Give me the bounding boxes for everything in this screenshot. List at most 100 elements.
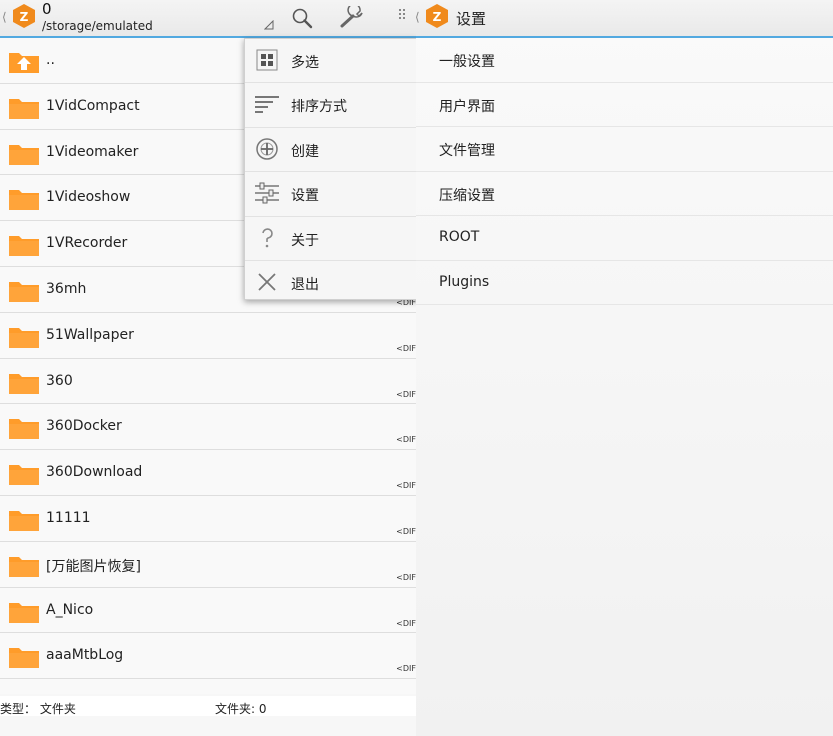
file-name: 11111 [46,509,91,526]
folder-icon [9,419,39,440]
expand-corner-icon[interactable] [264,20,274,30]
current-path[interactable]: /storage/emulated [42,19,153,33]
app-logo-icon: Z [13,4,35,28]
menu-item-label: 关于 [291,232,319,249]
multi-select-icon [256,49,278,71]
folder-icon [9,510,39,531]
settings-item-label: 一般设置 [439,54,495,70]
chevron-left-icon[interactable]: ⟨ [2,10,7,24]
file-name: 1Videoshow [46,189,131,206]
file-type-label: <DIF [396,618,416,628]
settings-item-file-management[interactable]: 文件管理 [416,127,833,172]
folder-icon [9,190,39,211]
file-row[interactable]: 360 <DIF [0,358,416,405]
file-row[interactable]: 360Docker <DIF [0,404,416,451]
help-icon [262,227,273,247]
right-toolbar: ⟨ Z 设置 [416,0,833,38]
menu-item-sort[interactable]: 排序方式 [245,83,416,128]
file-name: 1VRecorder [46,235,128,252]
file-name: 1Videomaker [46,143,139,160]
status-type: 类型： 文件夹 [0,702,76,716]
file-name: .. [46,52,55,68]
settings-item-compression[interactable]: 压缩设置 [416,172,833,216]
selection-count: 0 [42,0,52,18]
app-logo-icon: Z [426,4,448,28]
file-row[interactable]: A_Nico <DIF [0,587,416,634]
search-button[interactable] [289,5,315,31]
menu-item-label: 退出 [291,276,319,293]
menu-item-create[interactable]: 创建 [245,128,416,173]
menu-item-label: 创建 [291,143,319,160]
page-title: 设置 [456,10,487,28]
file-name: 36mh [46,280,87,297]
settings-sliders-icon [255,182,279,204]
folder-icon [9,144,39,165]
file-type-label: <DIF [396,664,416,674]
left-toolbar: ⟨ Z 0 /storage/emulated [0,0,416,38]
settings-item-label: 用户界面 [439,98,495,115]
folder-icon [9,98,39,119]
create-icon [256,138,278,160]
file-name: 51Wallpaper [46,326,134,343]
menu-item-label: 多选 [291,55,319,71]
settings-item-ui[interactable]: 用户界面 [416,83,833,127]
file-row[interactable]: AA数据恢复 [0,679,416,694]
tools-button[interactable] [339,5,365,31]
svg-text:Z: Z [433,10,442,24]
file-row[interactable]: aaaMtbLog <DIF [0,633,416,680]
menu-item-label: 设置 [291,188,319,205]
file-row[interactable]: 360Download <DIF [0,450,416,496]
exit-icon [258,273,276,291]
menu-item-label: 排序方式 [291,99,347,116]
wrench-icon [340,6,363,28]
search-icon [292,8,313,29]
settings-item-label: 文件管理 [439,143,495,159]
file-browser-pane: ⟨ Z 0 /storage/emulated .. 1VidCompact 1… [0,0,416,736]
overflow-menu: 多选 排序方式 创建 设置 关于 退出 [244,38,416,300]
overflow-menu-icon[interactable] [399,8,405,26]
folder-icon [9,465,39,486]
folder-icon [9,602,39,623]
file-name: 360Docker [46,418,122,435]
settings-item-label: Plugins [439,273,490,290]
file-name: aaaMtbLog [46,647,124,664]
file-row[interactable]: [万能图片恢复] <DIF [0,541,416,588]
file-type-label: <DIF [396,572,416,582]
file-name: [万能图片恢复] [46,558,141,575]
settings-item-label: 压缩设置 [439,187,495,204]
file-row[interactable]: 11111 <DIF [0,495,416,542]
menu-item-about[interactable]: 关于 [245,217,416,261]
folder-icon [9,556,39,577]
status-folder-count: 文件夹: 0 [215,702,267,716]
svg-text:Z: Z [20,10,29,24]
folder-icon [9,281,39,302]
menu-item-multi-select[interactable]: 多选 [245,39,416,84]
folder-icon [9,236,39,257]
settings-item-plugins[interactable]: Plugins [416,261,833,305]
folder-icon [9,327,39,348]
menu-item-exit[interactable]: 退出 [245,261,416,304]
parent-folder-icon [9,53,39,73]
menu-item-settings[interactable]: 设置 [245,172,416,217]
file-name: 360Download [46,464,143,481]
file-name: A_Nico [46,601,94,618]
status-bar: 类型： 文件夹 文件夹: 0 [0,696,416,716]
folder-icon [9,373,39,394]
file-name: 360 [46,372,73,389]
file-type-label: <DIF [396,435,416,445]
settings-item-general[interactable]: 一般设置 [416,38,833,83]
file-type-label: <DIF [396,343,416,353]
folder-icon [8,691,40,694]
settings-item-label: ROOT [439,229,480,245]
sort-icon [255,96,279,114]
file-type-label: <DIF [396,526,416,536]
folder-icon [9,648,39,669]
file-name: 1VidCompact [46,97,140,114]
file-row[interactable]: 51Wallpaper <DIF [0,312,416,359]
settings-list: 一般设置 用户界面 文件管理 压缩设置 ROOT Plugins [416,38,833,305]
file-type-label: <DIF [396,389,416,399]
chevron-left-icon[interactable]: ⟨ [416,10,420,24]
settings-item-root[interactable]: ROOT [416,216,833,261]
file-type-label: <DIF [396,481,416,491]
file-name: AA数据恢复 [46,693,122,694]
